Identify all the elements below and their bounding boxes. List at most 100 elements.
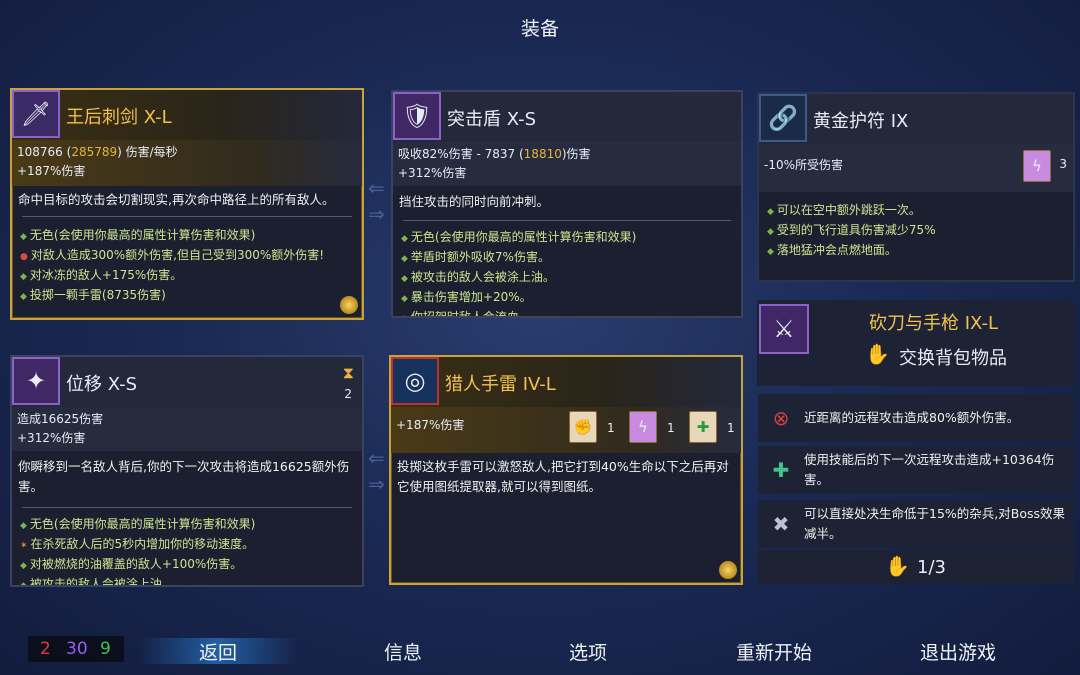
- amulet-scroll-count: 3: [1059, 157, 1067, 171]
- swap-right-arrow-icon: ⇒: [368, 472, 385, 496]
- bullet-icon: ✶: [20, 541, 28, 551]
- damage-bonus: +187%伤害: [17, 164, 86, 178]
- affix-item: ◆ 可以在空中额外跳跃一次。: [767, 203, 921, 217]
- skill-card-primary[interactable]: ✦ 位移 X-S ⧗ 2 造成16625伤害 +312%伤害 你瞬移到一名敌人背…: [10, 355, 364, 587]
- bullet-icon: ◆: [401, 294, 408, 304]
- weapon-description: 命中目标的攻击会切割现实,再次命中路径上的所有敌人。: [18, 192, 335, 207]
- affix-item: ● 对敌人造成300%额外伤害,但自己受到300%额外伤害!: [20, 248, 325, 262]
- affix-item: ◆ 被攻击的敌人会被涂上油。: [401, 270, 555, 284]
- quit-button[interactable]: 退出游戏: [878, 638, 1038, 665]
- affix-item: ◆ 暴击伤害增加+20%。: [401, 290, 532, 304]
- tactics-scroll-count: 30: [66, 639, 88, 659]
- bullet-icon: ◆: [20, 272, 27, 282]
- affix-item: ◆ 被攻击的敌人会被涂上油。: [20, 574, 356, 587]
- brutality-count: 1: [607, 421, 615, 435]
- dps-value: 108766: [17, 145, 63, 159]
- shield-stats: 吸收82%伤害 - 7837 (18810)伤害 +312%伤害: [393, 142, 741, 186]
- backpack-item-name: 砍刀与手枪 IX-L: [869, 313, 998, 334]
- mutation-item[interactable]: ✚ 使用技能后的下一次远程攻击造成+10364伤害。: [758, 446, 1074, 494]
- grenade-description: 投掷这枚手雷可以激怒敌人,把它打到40%生命以下之后再对它使用图纸提取器,就可以…: [397, 459, 729, 494]
- swap-right-arrow-icon: ⇒: [368, 202, 385, 226]
- bullet-icon: ◆: [20, 581, 27, 587]
- swap-backpack-label[interactable]: 交换背包物品: [899, 344, 1007, 370]
- mutation-text: 使用技能后的下一次远程攻击造成+10364伤害。: [804, 452, 1055, 487]
- affix-item: ◆ 落地猛冲会点燃地面。: [767, 243, 897, 257]
- survival-scroll-icon: ✚: [689, 411, 717, 443]
- weapon-card-primary[interactable]: 🗡 王后刺剑 X-L 108766 (285789) 伤害/每秒 +187%伤害…: [10, 88, 364, 320]
- gold-corner-icon: [719, 561, 737, 579]
- brutality-scroll-icon: ✊: [569, 411, 597, 443]
- bullet-icon: ◆: [401, 254, 408, 264]
- skill-card-secondary[interactable]: ◎ 猎人手雷 IV-L +187%伤害 ✊ 1 ϟ 1 ✚ 1 投掷这枚手雷可以…: [389, 355, 743, 585]
- glove-icon: ✋: [885, 554, 910, 578]
- restart-button[interactable]: 重新开始: [694, 638, 854, 665]
- divider: [22, 216, 352, 217]
- shield-crit-value: 18810: [523, 147, 562, 161]
- grenade-name: 猎人手雷 IV-L: [445, 374, 556, 395]
- mutation-icon: ✖: [772, 512, 790, 536]
- screen-title: 装备: [520, 18, 559, 40]
- backpack-panel[interactable]: ⚔ 砍刀与手枪 IX-L ✋ 交换背包物品: [757, 300, 1075, 386]
- skill-name: 位移 X-S: [66, 374, 138, 395]
- swap-left-arrow-icon: ⇐: [368, 446, 385, 470]
- shield-block-stat: 吸收82%伤害 - 7837: [398, 147, 516, 161]
- amulet-name: 黄金护符 IX: [813, 111, 909, 132]
- swap-glove-icon: ✋: [865, 342, 890, 366]
- gold-corner-icon: [340, 296, 358, 314]
- cooldown-count: 2: [344, 387, 352, 401]
- grenade-bonus: +187%伤害: [396, 418, 465, 432]
- tactics-scroll-icon: ϟ: [1023, 150, 1051, 182]
- dps-crit-value: 285789: [71, 145, 118, 159]
- skill-stats: 造成16625伤害 +312%伤害: [12, 407, 362, 451]
- bullet-icon: ◆: [20, 292, 27, 302]
- mutation-icon: ✚: [772, 458, 790, 482]
- affix-item: ◆ 无色(会使用你最高的属性计算伤害和效果): [20, 517, 256, 531]
- bullet-icon: ●: [20, 252, 28, 262]
- bullet-icon: ◆: [401, 274, 408, 284]
- phaser-icon: ✦: [12, 357, 60, 405]
- bullet-icon: ◆: [20, 561, 27, 571]
- options-button[interactable]: 选项: [508, 638, 668, 665]
- bullet-icon: ◆: [767, 247, 774, 257]
- amulet-icon: 🔗: [759, 94, 807, 142]
- skill-bonus: +312%伤害: [17, 431, 86, 445]
- shield-card[interactable]: 🛡 突击盾 X-S 吸收82%伤害 - 7837 (18810)伤害 +312%…: [391, 90, 743, 318]
- affix-item: ◆ 对冰冻的敌人+175%伤害。: [20, 268, 183, 282]
- affix-item: ◆ 举盾时额外吸收7%伤害。: [401, 250, 550, 264]
- machete-pistol-icon: ⚔: [759, 304, 809, 354]
- back-button[interactable]: 返回: [138, 638, 298, 664]
- divider: [403, 220, 731, 221]
- survival-count: 1: [727, 421, 735, 435]
- brutality-scroll-count: 2: [40, 639, 51, 659]
- dps-unit: 伤害/每秒: [125, 145, 178, 159]
- tactics-scroll-icon: ϟ: [629, 411, 657, 443]
- mutation-text: 近距离的远程攻击造成80%额外伤害。: [804, 410, 1020, 425]
- affix-item: ✶ 在杀死敌人后的5秒内增加你的移动速度。: [20, 537, 255, 551]
- affix-item: ◆ 受到的飞行道具伤害减少75%: [767, 223, 936, 237]
- affix-item: ◆ 无色(会使用你最高的属性计算伤害和效果): [401, 230, 637, 244]
- info-button[interactable]: 信息: [323, 638, 483, 665]
- mutation-item[interactable]: ✖ 可以直接处决生命低于15%的杂兵,对Boss效果减半。: [758, 500, 1074, 548]
- bullet-icon: ◆: [401, 314, 408, 316]
- affix-item: ◆ 对被燃烧的油覆盖的敌人+100%伤害。: [20, 557, 243, 571]
- weapon-stats: 108766 (285789) 伤害/每秒 +187%伤害: [12, 140, 362, 186]
- shield-icon: 🛡: [393, 92, 441, 140]
- amulet-stat: -10%所受伤害: [764, 158, 844, 172]
- tactics-count: 1: [667, 421, 675, 435]
- bullet-icon: ◆: [767, 227, 774, 237]
- affix-item: ◆ 投掷一颗手雷(8735伤害): [20, 288, 166, 302]
- weapon-header: 🗡 王后刺剑 X-L: [12, 90, 362, 140]
- shield-header: 🛡 突击盾 X-S: [393, 92, 741, 142]
- grenade-icon: ◎: [391, 357, 439, 405]
- grenade-header: ◎ 猎人手雷 IV-L: [391, 357, 741, 407]
- hourglass-icon: ⧗: [342, 363, 354, 382]
- shield-stat-unit: 伤害: [566, 147, 591, 161]
- skill-header: ✦ 位移 X-S ⧗ 2: [12, 357, 362, 407]
- affix-item: ◆ 无色(会使用你最高的属性计算伤害和效果): [20, 228, 256, 242]
- bullet-icon: ◆: [767, 207, 774, 217]
- mutation-text: 可以直接处决生命低于15%的杂兵,对Boss效果减半。: [804, 506, 1066, 541]
- mutation-item[interactable]: ⊗ 近距离的远程攻击造成80%额外伤害。: [758, 394, 1074, 442]
- mutation-counter: ✋ 1/3: [757, 550, 1075, 584]
- amulet-card[interactable]: 🔗 黄金护符 IX -10%所受伤害 ϟ 3 ◆ 可以在空中额外跳跃一次。 ◆ 受到…: [757, 92, 1075, 282]
- affix-item: ◆你招架时敌人会流血。: [401, 307, 735, 316]
